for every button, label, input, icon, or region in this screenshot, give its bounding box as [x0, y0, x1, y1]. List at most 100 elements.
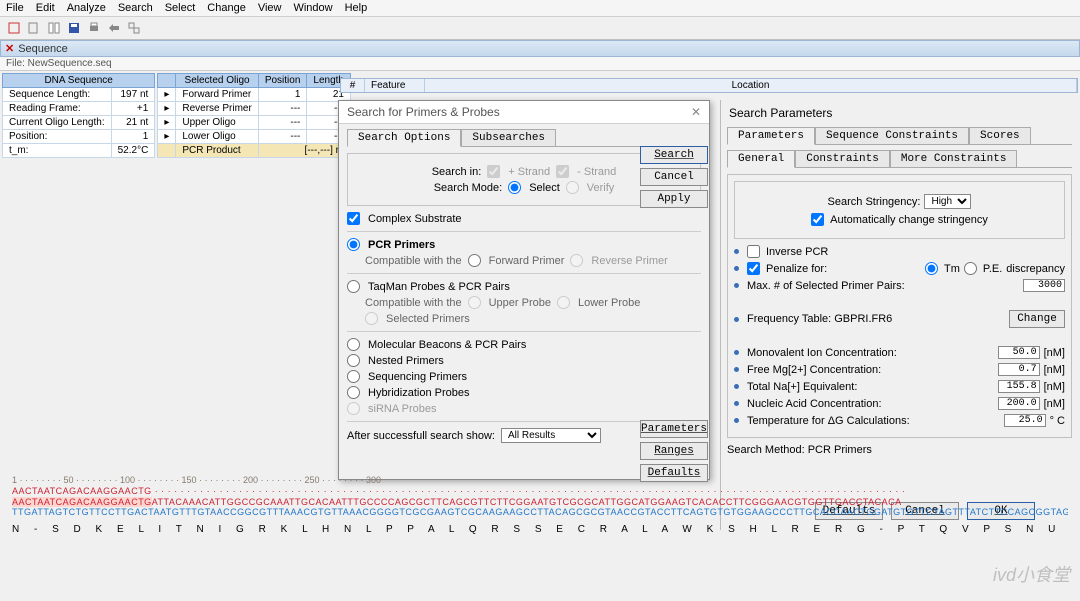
tab-parameters[interactable]: Parameters — [727, 127, 815, 145]
table-row[interactable]: ▸Forward Primer121 — [158, 88, 351, 102]
subtab-more[interactable]: More Constraints — [890, 150, 1018, 168]
tab-scores[interactable]: Scores — [969, 127, 1031, 145]
col-oligo: Selected Oligo — [176, 74, 258, 88]
table-row[interactable]: ▸Upper Oligo------ — [158, 116, 351, 130]
print-icon[interactable] — [86, 20, 102, 36]
dna-table-header: DNA Sequence — [3, 74, 155, 88]
taqman-radio[interactable] — [347, 280, 360, 293]
menu-window[interactable]: Window — [293, 2, 332, 14]
maxpairs-label: Max. # of Selected Primer Pairs: — [747, 280, 905, 292]
change-button[interactable]: Change — [1009, 310, 1065, 328]
mode-select-radio[interactable] — [508, 181, 521, 194]
dna-sequence-table: DNA Sequence Sequence Length:197 nt Read… — [2, 73, 155, 158]
penalize-check[interactable] — [747, 262, 760, 275]
temp-input[interactable] — [1004, 414, 1046, 427]
molecular-beacons-radio[interactable] — [347, 338, 360, 351]
menu-change[interactable]: Change — [207, 2, 246, 14]
inverse-pcr-check[interactable] — [747, 245, 760, 258]
toolbar-icon-7[interactable] — [126, 20, 142, 36]
ranges-button[interactable]: Ranges — [640, 442, 708, 460]
menu-view[interactable]: View — [258, 2, 282, 14]
tab-search-options[interactable]: Search Options — [347, 129, 461, 147]
menu-search[interactable]: Search — [118, 2, 153, 14]
mode-verify-radio — [566, 181, 579, 194]
mono-input[interactable] — [998, 346, 1040, 359]
nucleic-input[interactable] — [998, 397, 1040, 410]
search-mode-label: Search Mode: — [434, 182, 502, 194]
stringency-select[interactable]: High — [924, 194, 971, 209]
auto-stringency-check[interactable] — [811, 213, 824, 226]
tm-label: t_m: — [3, 144, 112, 158]
amino-acid-line: N - S D K E L I T N I G R K L H N L P P … — [12, 524, 1068, 536]
compat-rev-radio — [570, 254, 583, 267]
upper-probe-radio — [468, 296, 481, 309]
mono-label: Monovalent Ion Concentration: — [747, 347, 897, 359]
menu-help[interactable]: Help — [345, 2, 368, 14]
close-doc-icon[interactable]: ✕ — [5, 42, 14, 55]
maxpairs-input[interactable] — [1023, 279, 1065, 292]
tab-subsearches[interactable]: Subsearches — [461, 129, 556, 147]
toolbar-icon-1[interactable] — [6, 20, 22, 36]
col-num: # — [341, 79, 365, 92]
sequence-view[interactable]: 1 · · · · · · · · 50 · · · · · · · · 100… — [12, 475, 1068, 536]
table-row[interactable]: ▸Reverse Primer------ — [158, 102, 351, 116]
na-label: Total Na[+] Equivalent: — [747, 381, 857, 393]
sequence-window-titlebar: ✕ Sequence — [0, 40, 1080, 57]
nested-primers-radio[interactable] — [347, 354, 360, 367]
table-row[interactable]: ▸Lower Oligo------ — [158, 130, 351, 144]
menu-file[interactable]: File — [6, 2, 24, 14]
search-in-label: Search in: — [432, 166, 482, 178]
temp-label: Temperature for ΔG Calculations: — [747, 415, 910, 427]
compat-fwd-radio[interactable] — [468, 254, 481, 267]
menubar: File Edit Analyze Search Select Change V… — [0, 0, 1080, 17]
hybridization-probes-radio[interactable] — [347, 386, 360, 399]
toolbar-icon-2[interactable] — [26, 20, 42, 36]
watermark: ivd小食堂 — [993, 561, 1070, 587]
cancel-button[interactable]: Cancel — [640, 168, 708, 186]
search-parameters-panel: Search Parameters Parameters Sequence Co… — [720, 100, 1078, 530]
search-button[interactable]: Search — [640, 146, 708, 164]
selected-oligo-table: Selected Oligo Position Length ▸Forward … — [157, 73, 351, 158]
pos-label: Position: — [3, 130, 112, 144]
feature-table-header: # Feature Location — [340, 78, 1078, 93]
doc-title: Sequence — [18, 43, 68, 55]
frame-value: +1 — [111, 102, 155, 116]
freq-table-label: Frequency Table: GBPRI.FR6 — [747, 313, 892, 325]
toolbar-icon-6[interactable] — [106, 20, 122, 36]
toolbar — [0, 17, 1080, 40]
menu-edit[interactable]: Edit — [36, 2, 55, 14]
seq-len-label: Sequence Length: — [3, 88, 112, 102]
panel-title: Search Parameters — [729, 106, 1072, 120]
lower-probe-radio — [557, 296, 570, 309]
seq-len-value: 197 nt — [111, 88, 155, 102]
na-input[interactable] — [998, 380, 1040, 393]
subtab-general[interactable]: General — [727, 150, 795, 168]
seq-tail: TCTAGTTTATCTTCCAGCGGTAGTATTCGCCTCTTCTTCT… — [920, 507, 1068, 517]
sequencing-primers-radio[interactable] — [347, 370, 360, 383]
complex-substrate-check[interactable] — [347, 212, 360, 225]
mg-input[interactable] — [998, 363, 1040, 376]
toolbar-icon-3[interactable] — [46, 20, 62, 36]
table-row[interactable]: PCR Product[---,---] nt — [158, 144, 351, 158]
after-search-select[interactable]: All Results — [501, 428, 601, 443]
pcr-primers-radio[interactable] — [347, 238, 360, 251]
stringency-label: Search Stringency: — [828, 196, 921, 208]
subtab-constraints[interactable]: Constraints — [795, 150, 890, 168]
oligo-len-value: 21 nt — [111, 116, 155, 130]
oligo-len-label: Current Oligo Length: — [3, 116, 112, 130]
tm-value: 52.2°C — [111, 144, 155, 158]
menu-select[interactable]: Select — [165, 2, 196, 14]
close-icon[interactable]: ✕ — [691, 105, 701, 119]
parameters-button[interactable]: Parameters — [640, 420, 708, 438]
tab-seq-constraints[interactable]: Sequence Constraints — [815, 127, 969, 145]
seq-top-strand: AACTAATCAGACAAGGAACTG — [12, 486, 152, 496]
apply-button[interactable]: Apply — [640, 190, 708, 208]
pos-value: 1 — [111, 130, 155, 144]
menu-analyze[interactable]: Analyze — [67, 2, 106, 14]
ruler: 1 · · · · · · · · 50 · · · · · · · · 100… — [12, 475, 1068, 486]
save-icon[interactable] — [66, 20, 82, 36]
pe-radio[interactable] — [964, 262, 977, 275]
tm-radio[interactable] — [925, 262, 938, 275]
sirna-probes-radio — [347, 402, 360, 415]
file-path-bar: File: NewSequence.seq — [0, 57, 1080, 71]
